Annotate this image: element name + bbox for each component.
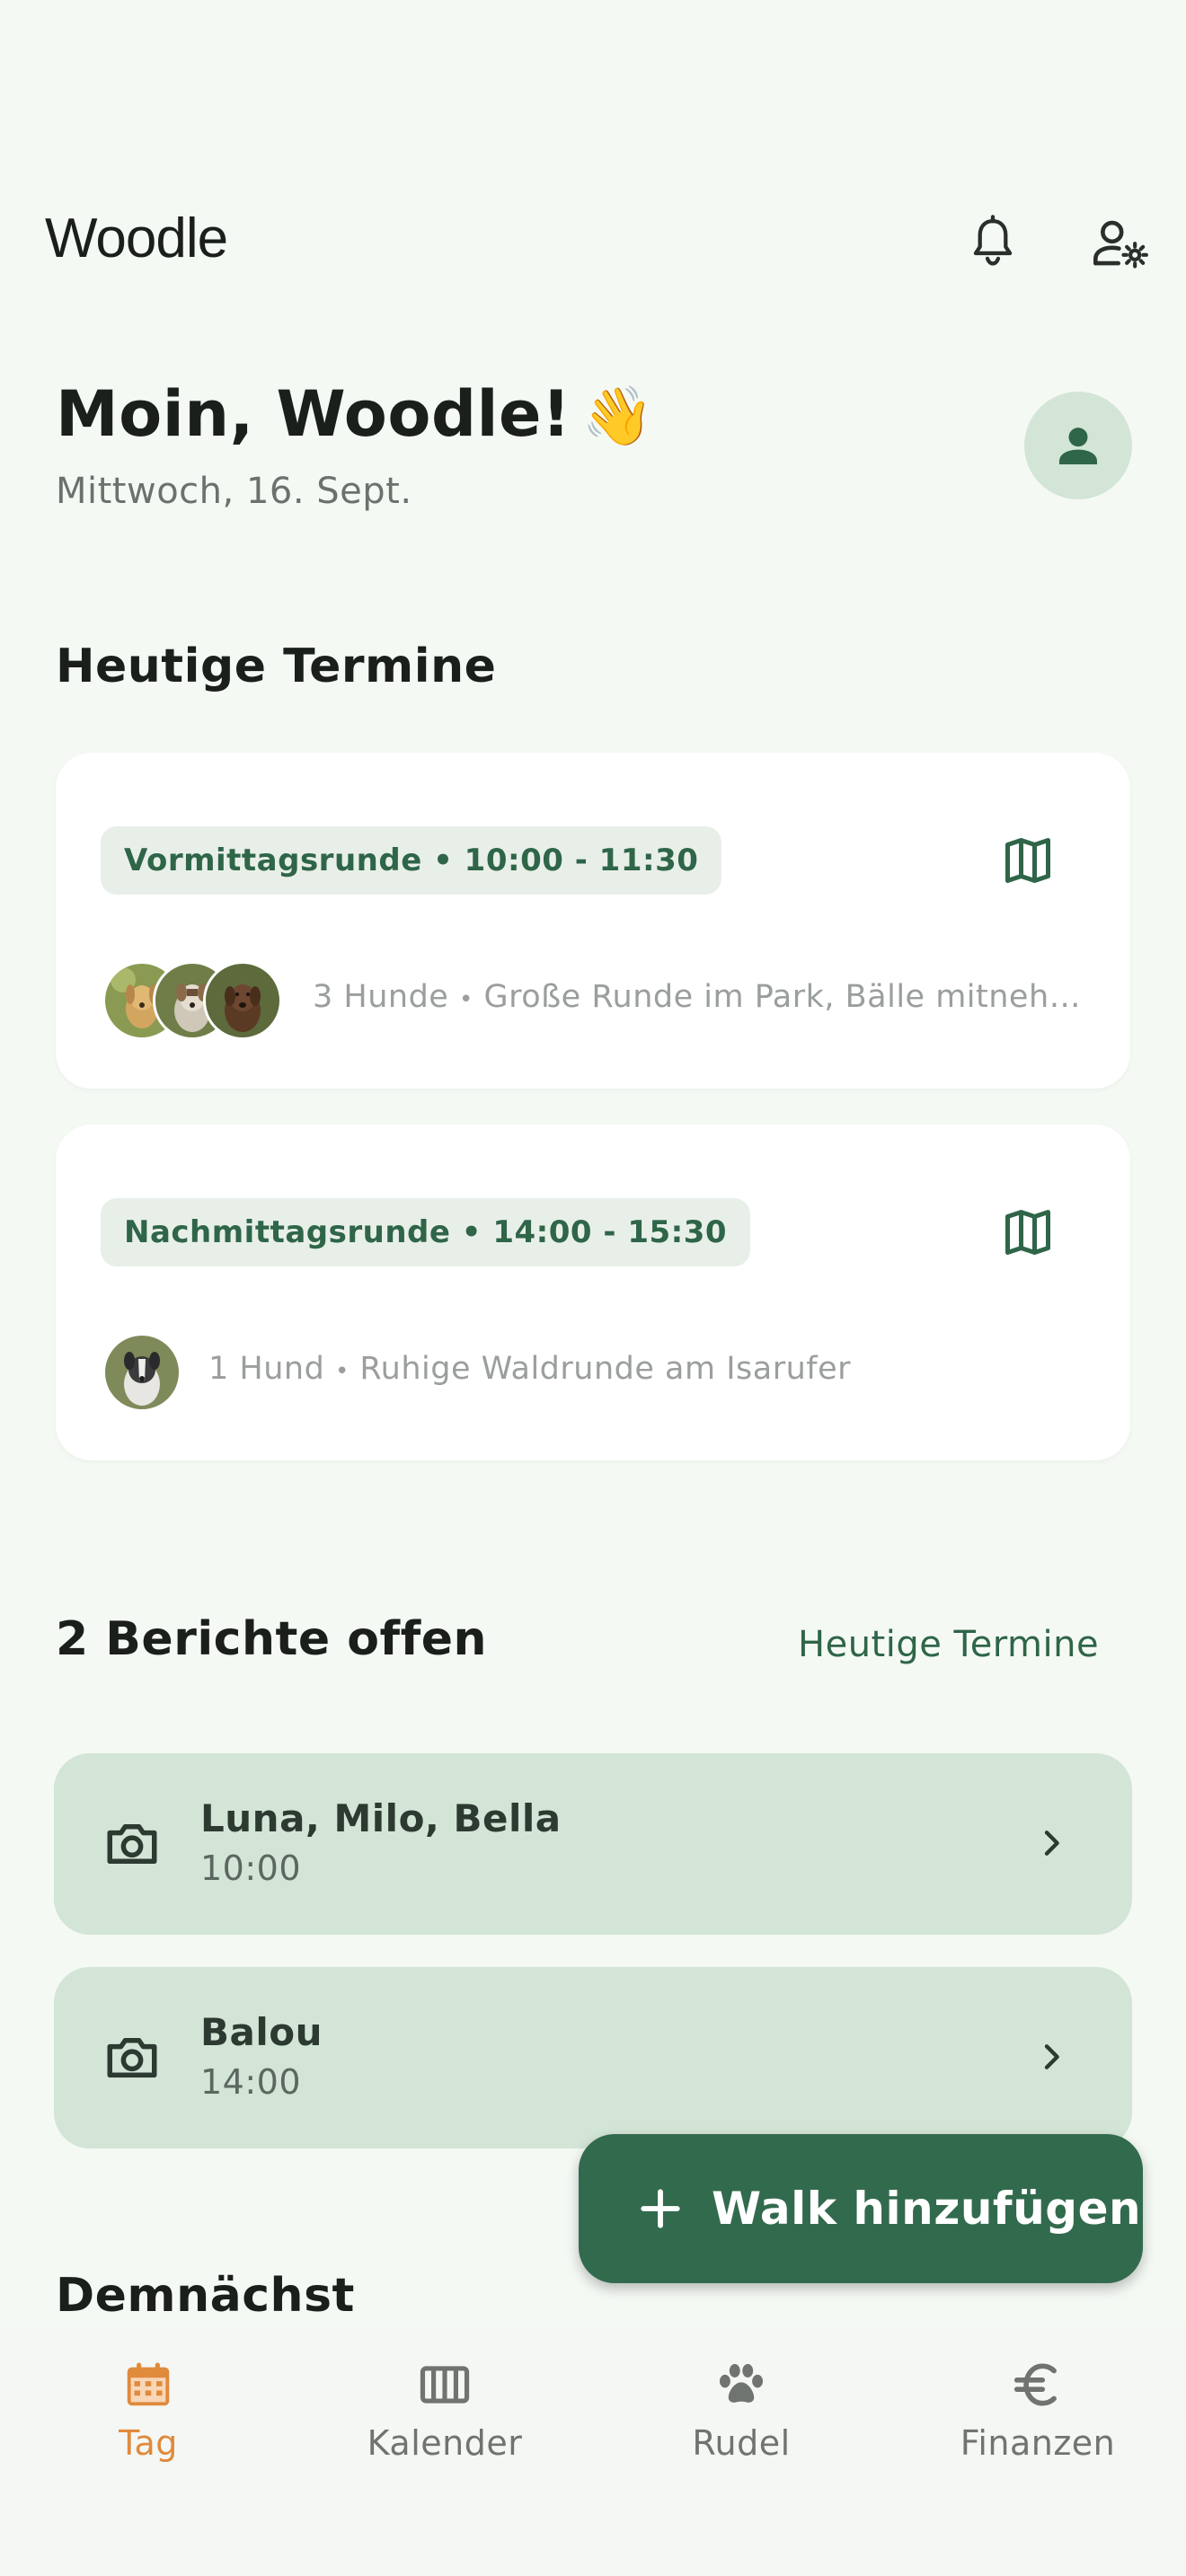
calendar-icon [117,2353,180,2416]
dog-avatars [102,1333,181,1412]
nav-label: Finanzen [960,2423,1116,2463]
dog-avatar [102,1333,181,1412]
appointment-card[interactable]: Nachmittagsrunde • 14:00 - 15:30 1 Hund … [56,1125,1130,1460]
camera-icon [99,1811,165,1877]
appointment-time-chip: Vormittagsrunde • 10:00 - 11:30 [101,826,722,895]
camera-icon [99,2025,165,2091]
add-walk-label: Walk hinzufügen [712,2183,1142,2235]
dog-count: 3 Hunde [313,979,449,1015]
waving-hand-icon: 👋 [581,384,654,450]
plus-icon [636,2184,685,2233]
nav-item-finanzen[interactable]: Finanzen [890,2353,1186,2479]
appointment-note: Große Runde im Park, Bälle mitnehm... [483,979,1085,1015]
app-title: Woodle [45,207,228,269]
report-dog-names: Balou [200,2010,323,2054]
bottom-navigation: Tag Kalender Rudel Finanzen [0,2326,1186,2576]
separator-dot: • [458,986,474,1013]
chevron-right-icon [1024,2030,1078,2084]
report-time: 14:00 [200,2062,302,2102]
dog-avatar [203,961,282,1040]
dog-count: 1 Hund [208,1351,325,1387]
nav-item-rudel[interactable]: Rudel [593,2353,890,2479]
section-title-upcoming: Demnächst [56,2269,355,2323]
screen: Woodle Moin, Woodle! 👋 Mittwoch, 16. Sept… [0,0,1186,2576]
report-time: 10:00 [200,1848,302,1888]
add-walk-button[interactable]: Walk hinzufügen [579,2134,1143,2283]
nav-item-kalender[interactable]: Kalender [296,2353,593,2479]
nav-label: Rudel [692,2423,791,2463]
section-title-today: Heutige Termine [56,640,497,693]
paw-icon [710,2353,773,2416]
view-week-icon [413,2353,476,2416]
euro-icon [1006,2353,1069,2416]
account-settings-icon[interactable] [1089,211,1152,274]
map-icon[interactable] [996,828,1060,893]
profile-avatar[interactable] [1024,392,1132,499]
map-icon[interactable] [996,1200,1060,1265]
current-date: Mittwoch, 16. Sept. [56,471,412,512]
appointment-time-chip: Nachmittagsrunde • 14:00 - 15:30 [101,1198,751,1266]
separator-dot: • [334,1358,350,1385]
greeting-heading: Moin, Woodle! 👋 [56,377,654,451]
person-icon [1059,428,1097,464]
link-today-appointments[interactable]: Heutige Termine [798,1624,1099,1665]
appointment-summary: 1 Hund • Ruhige Waldrunde am Isarufer [208,1351,1089,1387]
appointment-card[interactable]: Vormittagsrunde • 10:00 - 11:30 3 Hunde … [56,753,1130,1089]
appointment-summary: 3 Hunde • Große Runde im Park, Bälle mit… [313,979,1085,1015]
report-item[interactable]: Balou 14:00 [54,1967,1132,2148]
notifications-bell-icon[interactable] [961,211,1024,274]
section-title-reports: 2 Berichte offen [56,1612,487,1666]
dog-avatars [102,961,282,1040]
chevron-right-icon [1024,1816,1078,1870]
report-dog-names: Luna, Milo, Bella [200,1796,562,1840]
greeting-text: Moin, Woodle! [56,377,571,451]
nav-label: Tag [119,2423,178,2463]
nav-item-tag[interactable]: Tag [0,2353,296,2479]
appointment-note: Ruhige Waldrunde am Isarufer [359,1351,852,1387]
nav-label: Kalender [367,2423,523,2463]
top-app-bar: Woodle [0,180,1186,305]
report-item[interactable]: Luna, Milo, Bella 10:00 [54,1753,1132,1935]
